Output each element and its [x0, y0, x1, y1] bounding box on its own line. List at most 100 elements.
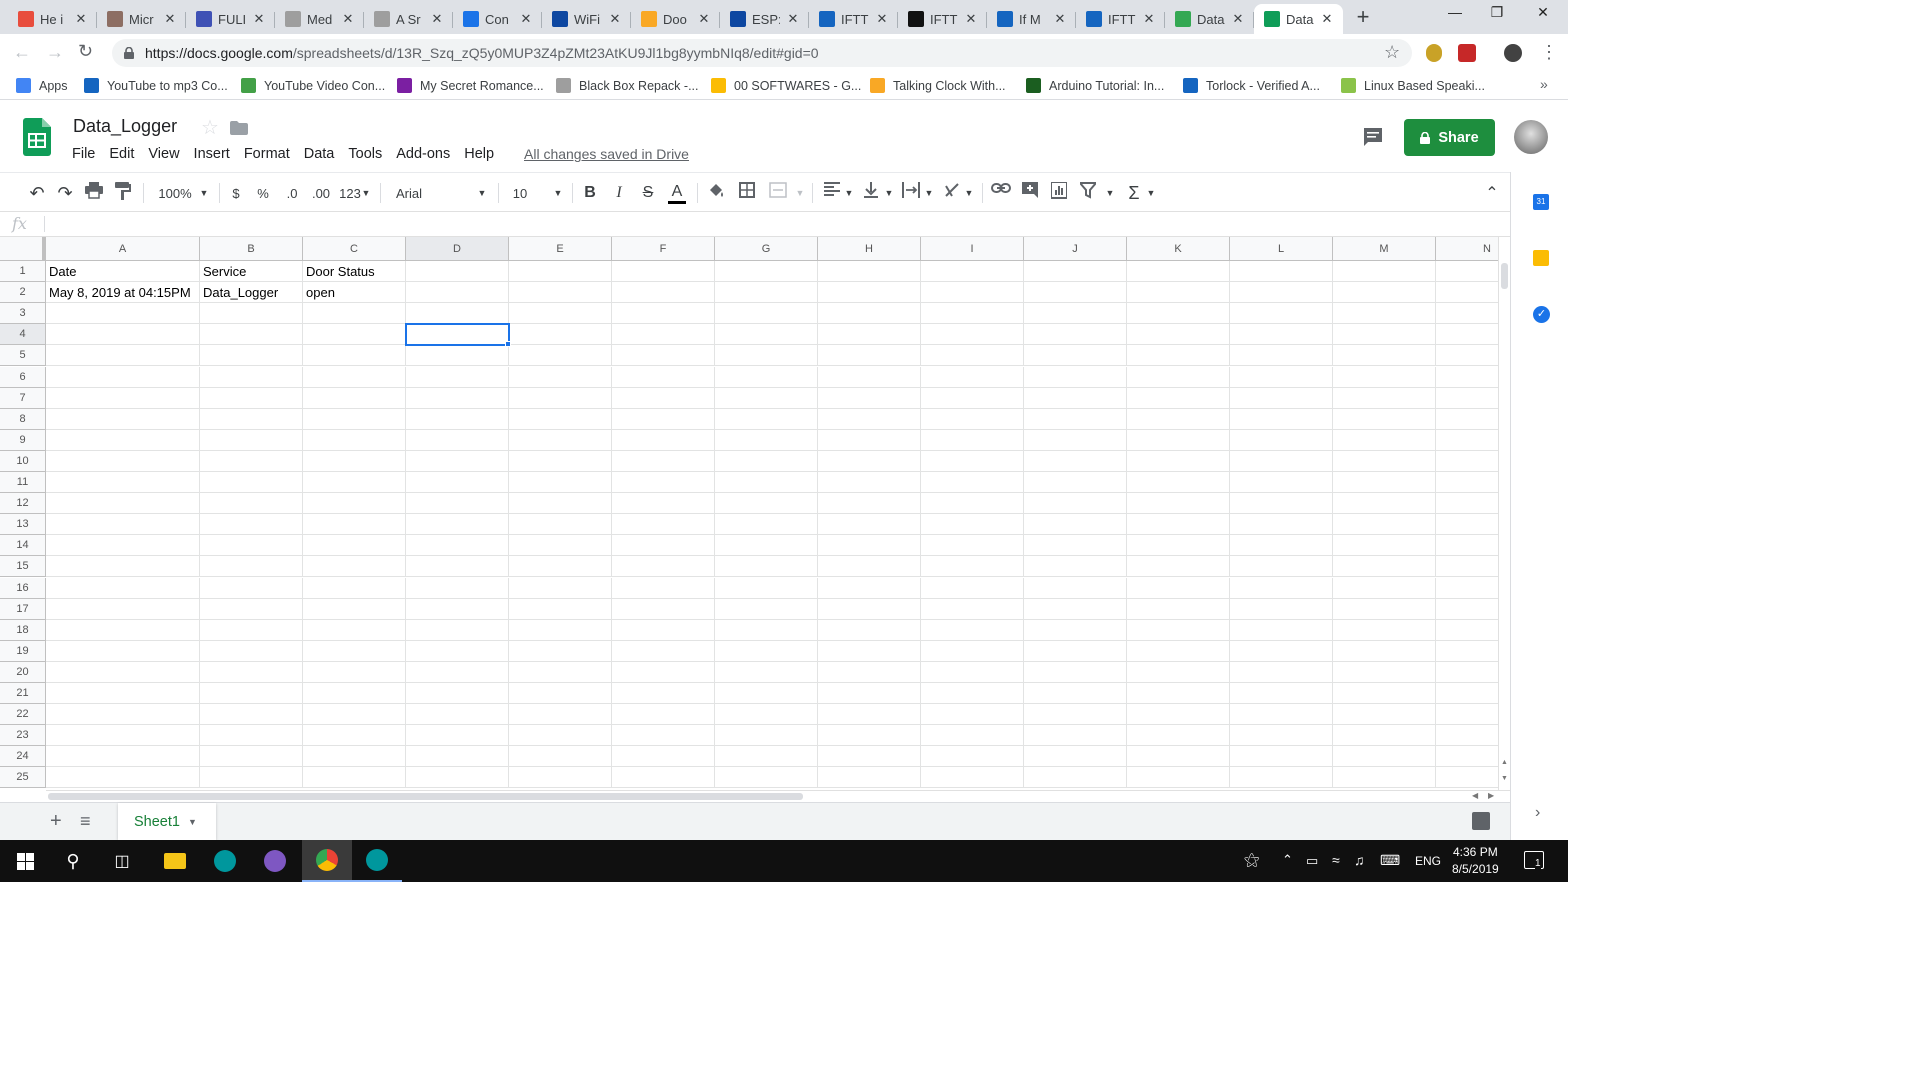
- cell-J8[interactable]: [1024, 408, 1127, 430]
- cell-M14[interactable]: [1333, 535, 1436, 557]
- cell-J23[interactable]: [1024, 725, 1127, 747]
- cell-M3[interactable]: [1333, 303, 1436, 325]
- paint-format-icon[interactable]: [115, 182, 131, 204]
- cell-G16[interactable]: [715, 577, 818, 599]
- cell-L4[interactable]: [1230, 324, 1333, 346]
- filter-icon[interactable]: [1080, 182, 1096, 204]
- insert-link-icon[interactable]: [991, 182, 1011, 204]
- cell-D15[interactable]: [406, 556, 509, 578]
- cell-I16[interactable]: [921, 577, 1024, 599]
- cell-B12[interactable]: [200, 493, 303, 515]
- cell-B14[interactable]: [200, 535, 303, 557]
- cell-B9[interactable]: [200, 429, 303, 451]
- cell-F24[interactable]: [612, 746, 715, 768]
- cell-K12[interactable]: [1127, 493, 1230, 515]
- cell-N25[interactable]: [1436, 767, 1498, 789]
- cell-I8[interactable]: [921, 408, 1024, 430]
- cell-K4[interactable]: [1127, 324, 1230, 346]
- cell-K7[interactable]: [1127, 387, 1230, 409]
- percent-format-button[interactable]: %: [255, 182, 271, 204]
- cell-B16[interactable]: [200, 577, 303, 599]
- cell-L14[interactable]: [1230, 535, 1333, 557]
- browser-tab[interactable]: Con ✕: [453, 4, 542, 34]
- close-tab-icon[interactable]: ✕: [874, 11, 890, 27]
- cell-J13[interactable]: [1024, 514, 1127, 536]
- browser-tab[interactable]: FULI ✕: [186, 4, 275, 34]
- select-all-corner[interactable]: [0, 237, 46, 261]
- cell-D19[interactable]: [406, 640, 509, 662]
- cell-B15[interactable]: [200, 556, 303, 578]
- chrome-icon[interactable]: [302, 840, 352, 882]
- cell-J10[interactable]: [1024, 450, 1127, 472]
- cell-H5[interactable]: [818, 345, 921, 367]
- cell-G8[interactable]: [715, 408, 818, 430]
- cell-C14[interactable]: [303, 535, 406, 557]
- cell-H12[interactable]: [818, 493, 921, 515]
- cell-H11[interactable]: [818, 472, 921, 494]
- cell-F14[interactable]: [612, 535, 715, 557]
- cell-B21[interactable]: [200, 683, 303, 705]
- close-tab-icon[interactable]: ✕: [518, 11, 534, 27]
- cell-A15[interactable]: [46, 556, 200, 578]
- cell-M24[interactable]: [1333, 746, 1436, 768]
- cell-F12[interactable]: [612, 493, 715, 515]
- bookmark-item[interactable]: Black Box Repack -...: [556, 78, 699, 93]
- cell-N17[interactable]: [1436, 599, 1498, 620]
- keep-icon[interactable]: [1533, 250, 1549, 266]
- close-tab-icon[interactable]: ✕: [429, 11, 445, 27]
- windows-start-icon[interactable]: [0, 840, 50, 882]
- cell-G17[interactable]: [715, 598, 818, 620]
- cell-D17[interactable]: [406, 598, 509, 620]
- cell-L15[interactable]: [1230, 556, 1333, 578]
- cell-E3[interactable]: [509, 303, 612, 325]
- cell-L25[interactable]: [1230, 767, 1333, 789]
- cell-G25[interactable]: [715, 767, 818, 789]
- cell-G20[interactable]: [715, 661, 818, 683]
- cell-F21[interactable]: [612, 683, 715, 705]
- cell-B7[interactable]: [200, 387, 303, 409]
- cell-C16[interactable]: [303, 577, 406, 599]
- comments-icon[interactable]: [1363, 127, 1383, 147]
- cell-D9[interactable]: [406, 429, 509, 451]
- sheets-logo-icon[interactable]: [23, 118, 51, 156]
- cell-B22[interactable]: [200, 704, 303, 726]
- cell-C11[interactable]: [303, 472, 406, 494]
- cell-J14[interactable]: [1024, 535, 1127, 557]
- file-explorer-icon[interactable]: [150, 840, 200, 882]
- bookmark-item[interactable]: Arduino Tutorial: In...: [1026, 78, 1164, 93]
- cell-G3[interactable]: [715, 303, 818, 325]
- column-header[interactable]: C: [303, 237, 406, 261]
- cell-H10[interactable]: [818, 450, 921, 472]
- cell-A22[interactable]: [46, 704, 200, 726]
- cell-N18[interactable]: [1436, 620, 1498, 641]
- cell-G18[interactable]: [715, 619, 818, 641]
- task-view-icon[interactable]: ◫: [97, 840, 147, 882]
- cell-F9[interactable]: [612, 429, 715, 451]
- cell-A1[interactable]: Date: [46, 261, 200, 283]
- minimize-button[interactable]: —: [1432, 4, 1478, 28]
- cell-E18[interactable]: [509, 619, 612, 641]
- close-tab-icon[interactable]: ✕: [1230, 11, 1246, 27]
- cell-M16[interactable]: [1333, 577, 1436, 599]
- cell-H8[interactable]: [818, 408, 921, 430]
- cell-J25[interactable]: [1024, 767, 1127, 789]
- cell-C15[interactable]: [303, 556, 406, 578]
- cell-F19[interactable]: [612, 640, 715, 662]
- cell-H17[interactable]: [818, 598, 921, 620]
- cell-N1[interactable]: [1436, 261, 1498, 283]
- cell-J7[interactable]: [1024, 387, 1127, 409]
- row-header[interactable]: 17: [0, 598, 46, 620]
- cell-D6[interactable]: [406, 366, 509, 388]
- cell-J20[interactable]: [1024, 661, 1127, 683]
- browser-tab[interactable]: Micr ✕: [97, 4, 186, 34]
- cell-C17[interactable]: [303, 598, 406, 620]
- cell-E7[interactable]: [509, 387, 612, 409]
- cell-I5[interactable]: [921, 345, 1024, 367]
- cell-K24[interactable]: [1127, 746, 1230, 768]
- menu-format[interactable]: Format: [244, 146, 290, 162]
- column-header[interactable]: J: [1024, 237, 1127, 261]
- cell-C7[interactable]: [303, 387, 406, 409]
- cell-I11[interactable]: [921, 472, 1024, 494]
- cell-H1[interactable]: [818, 261, 921, 283]
- cell-K16[interactable]: [1127, 577, 1230, 599]
